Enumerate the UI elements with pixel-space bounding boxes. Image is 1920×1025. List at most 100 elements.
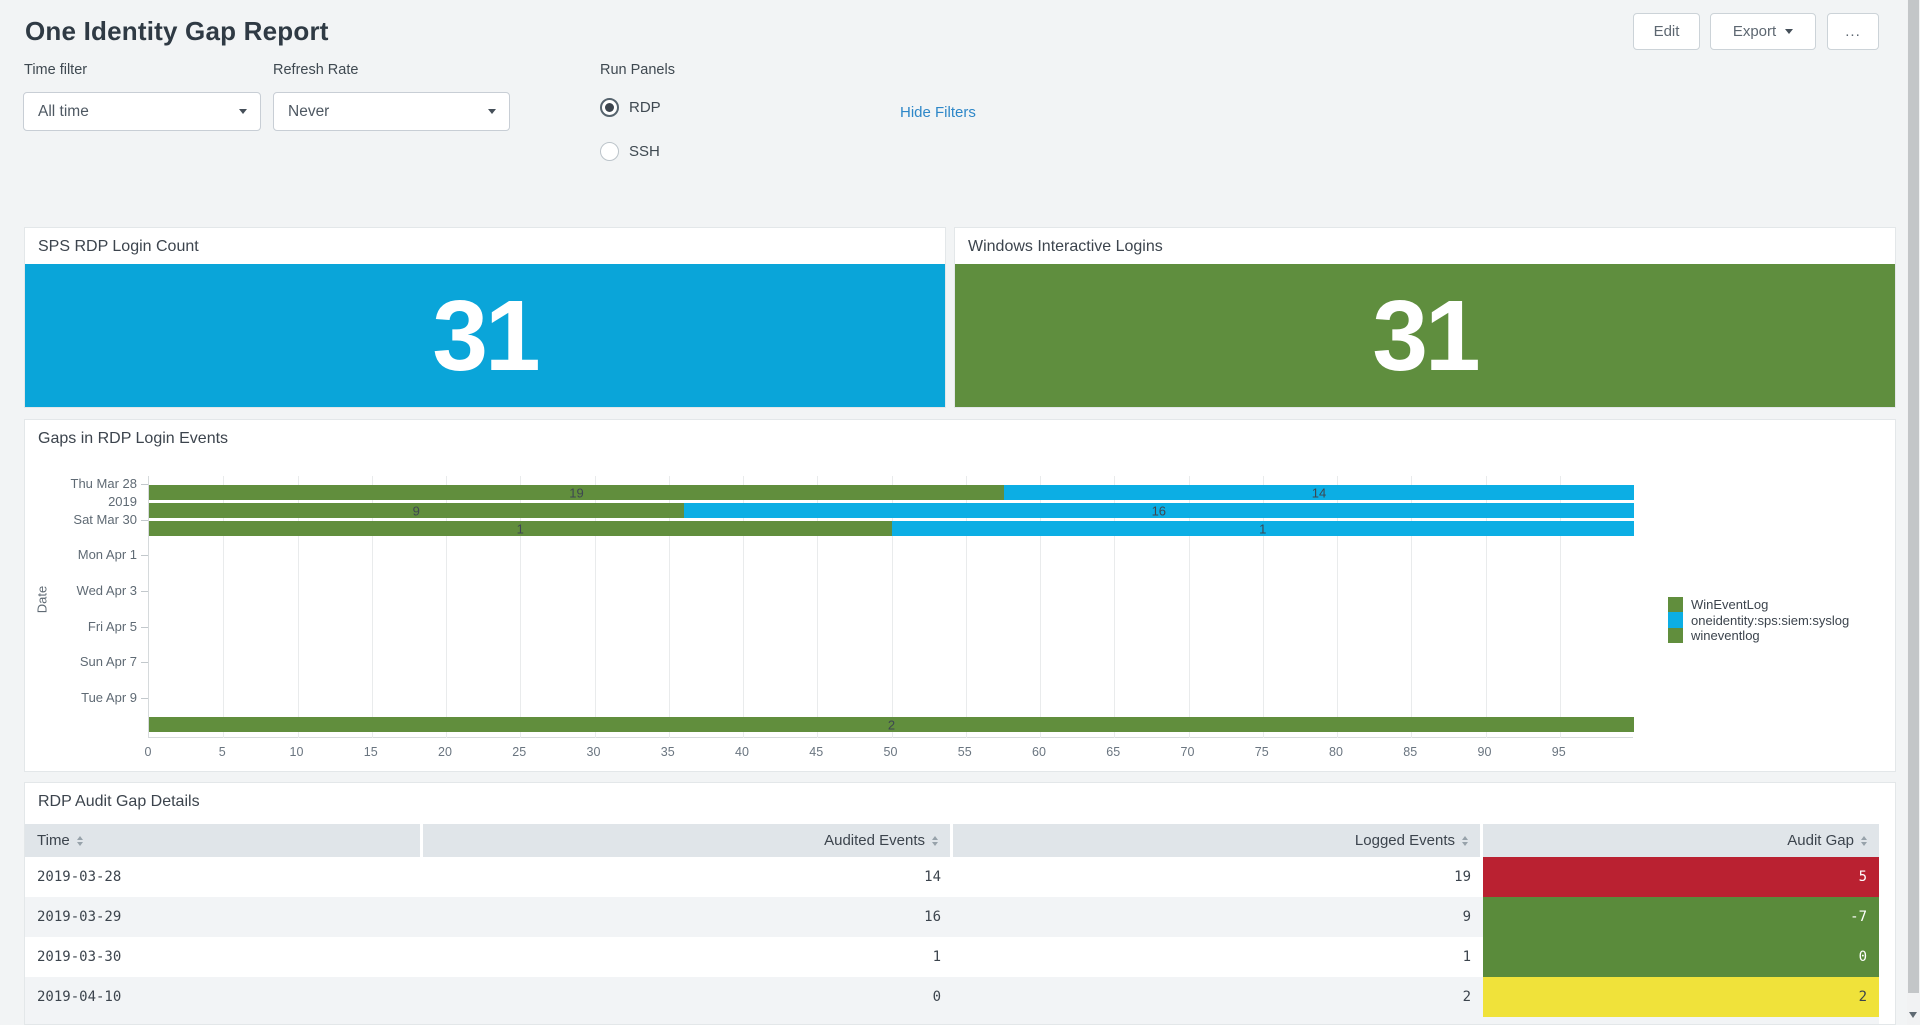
y-tick-label: Tue Apr 9 — [25, 690, 137, 706]
x-tick-label: 45 — [809, 745, 823, 759]
time-filter-label: Time filter — [24, 62, 87, 78]
legend-label: WinEventLog — [1691, 597, 1768, 612]
cell-audited-events[interactable]: 14 — [423, 857, 953, 897]
x-tick-label: 65 — [1106, 745, 1120, 759]
single-value-background: 31 — [955, 264, 1895, 407]
cell-logged-events[interactable]: 9 — [953, 897, 1483, 937]
cell-logged-events[interactable]: 1 — [953, 937, 1483, 977]
radio-unselected-icon — [600, 142, 619, 161]
dashboard-page: One Identity Gap Report Edit Export ... … — [0, 0, 1920, 1025]
table-row[interactable]: 2019-03-30110 — [25, 937, 1879, 977]
cell-audited-events[interactable]: 1 — [423, 937, 953, 977]
cell-audit-gap[interactable]: 2 — [1483, 977, 1879, 1017]
run-panels-label: Run Panels — [600, 62, 675, 78]
x-tick-label: 90 — [1478, 745, 1492, 759]
single-value: 31 — [432, 286, 537, 386]
y-tick-mark — [141, 520, 148, 521]
bar-value-label: 9 — [413, 503, 420, 518]
y-tick-mark — [141, 555, 148, 556]
x-tick-label: 60 — [1032, 745, 1046, 759]
refresh-rate-label: Refresh Rate — [273, 62, 358, 78]
scroll-down-arrow-icon[interactable] — [1909, 1012, 1917, 1018]
legend-label: wineventlog — [1691, 628, 1760, 643]
column-header-label: Audited Events — [824, 832, 925, 849]
x-tick-label: 10 — [290, 745, 304, 759]
cell-time[interactable]: 2019-03-28 — [25, 857, 423, 897]
cell-audited-events[interactable]: 0 — [423, 977, 953, 1017]
y-tick-label: Thu Mar 28 — [25, 476, 137, 492]
sort-icon — [1861, 836, 1867, 846]
legend-label: oneidentity:sps:siem:syslog — [1691, 613, 1849, 628]
panel-rdp-audit-gap-details: RDP Audit Gap Details Time Audited Event… — [24, 782, 1896, 1025]
export-button[interactable]: Export — [1710, 13, 1816, 50]
panel-title: Gaps in RDP Login Events — [38, 430, 228, 448]
cell-audit-gap[interactable]: 0 — [1483, 937, 1879, 977]
single-value-background: 31 — [25, 264, 945, 407]
x-tick-label: 35 — [661, 745, 675, 759]
panel-gaps-in-rdp-login-events: Gaps in RDP Login Events Date 1914916112… — [24, 419, 1896, 772]
cell-logged-events[interactable]: 19 — [953, 857, 1483, 897]
column-header-time[interactable]: Time — [25, 824, 420, 857]
legend-swatch — [1668, 612, 1683, 627]
table-row[interactable]: 2019-04-10022 — [25, 977, 1879, 1017]
table-row[interactable]: 2019-03-29169-7 — [25, 897, 1879, 937]
y-tick-label: Wed Apr 3 — [25, 583, 137, 599]
y-tick-label: Mon Apr 1 — [25, 547, 137, 563]
bar-value-label: 1 — [1259, 521, 1266, 536]
chevron-down-icon — [239, 109, 247, 114]
x-tick-label: 85 — [1403, 745, 1417, 759]
column-header-label: Time — [37, 832, 70, 849]
edit-button[interactable]: Edit — [1633, 13, 1700, 50]
radio-rdp[interactable]: RDP — [600, 98, 661, 117]
x-tick-label: 80 — [1329, 745, 1343, 759]
edit-button-label: Edit — [1654, 23, 1680, 40]
radio-ssh-label: SSH — [629, 143, 660, 160]
x-tick-label: 0 — [145, 745, 152, 759]
cell-time[interactable]: 2019-03-29 — [25, 897, 423, 937]
x-tick-label: 95 — [1552, 745, 1566, 759]
legend-item[interactable]: oneidentity:sps:siem:syslog — [1668, 612, 1849, 627]
cell-time[interactable]: 2019-03-30 — [25, 937, 423, 977]
legend-swatch — [1668, 597, 1683, 612]
refresh-rate-dropdown[interactable]: Never — [273, 92, 510, 131]
y-tick-mark — [141, 591, 148, 592]
cell-audited-events[interactable]: 16 — [423, 897, 953, 937]
cell-audit-gap[interactable]: 5 — [1483, 857, 1879, 897]
radio-ssh[interactable]: SSH — [600, 142, 660, 161]
x-tick-label: 70 — [1181, 745, 1195, 759]
hide-filters-link[interactable]: Hide Filters — [900, 104, 976, 121]
column-header-label: Audit Gap — [1787, 832, 1854, 849]
cell-audit-gap[interactable]: -7 — [1483, 897, 1879, 937]
legend-item[interactable]: wineventlog — [1668, 628, 1849, 643]
sort-icon — [932, 836, 938, 846]
y-tick-label: 2019 — [25, 494, 137, 510]
table-row[interactable]: 2019-03-2814195 — [25, 857, 1879, 897]
panel-windows-interactive-logins: Windows Interactive Logins 31 — [954, 227, 1896, 408]
cell-time[interactable]: 2019-04-10 — [25, 977, 423, 1017]
page-title: One Identity Gap Report — [25, 16, 329, 47]
column-header-audited-events[interactable]: Audited Events — [423, 824, 950, 857]
more-button-label: ... — [1845, 23, 1861, 40]
x-tick-label: 30 — [587, 745, 601, 759]
sort-icon — [77, 836, 83, 846]
column-header-audit-gap[interactable]: Audit Gap — [1483, 824, 1879, 857]
refresh-rate-value: Never — [288, 103, 329, 121]
x-tick-label: 5 — [219, 745, 226, 759]
x-tick-label: 20 — [438, 745, 452, 759]
chart-plot: 1914916112 — [148, 476, 1633, 738]
bar-value-label: 19 — [569, 485, 583, 500]
chevron-down-icon — [488, 109, 496, 114]
y-tick-mark — [141, 627, 148, 628]
bar-value-label: 2 — [888, 717, 895, 732]
radio-rdp-label: RDP — [629, 99, 661, 116]
chevron-down-icon — [1785, 29, 1793, 34]
time-filter-dropdown[interactable]: All time — [23, 92, 261, 131]
legend-item[interactable]: WinEventLog — [1668, 597, 1849, 612]
more-button[interactable]: ... — [1827, 13, 1879, 50]
cell-logged-events[interactable]: 2 — [953, 977, 1483, 1017]
x-tick-label: 40 — [735, 745, 749, 759]
scrollbar-thumb[interactable] — [1908, 0, 1919, 993]
y-tick-label: Sat Mar 30 — [25, 512, 137, 528]
column-header-logged-events[interactable]: Logged Events — [953, 824, 1480, 857]
bar-value-label: 14 — [1312, 485, 1326, 500]
